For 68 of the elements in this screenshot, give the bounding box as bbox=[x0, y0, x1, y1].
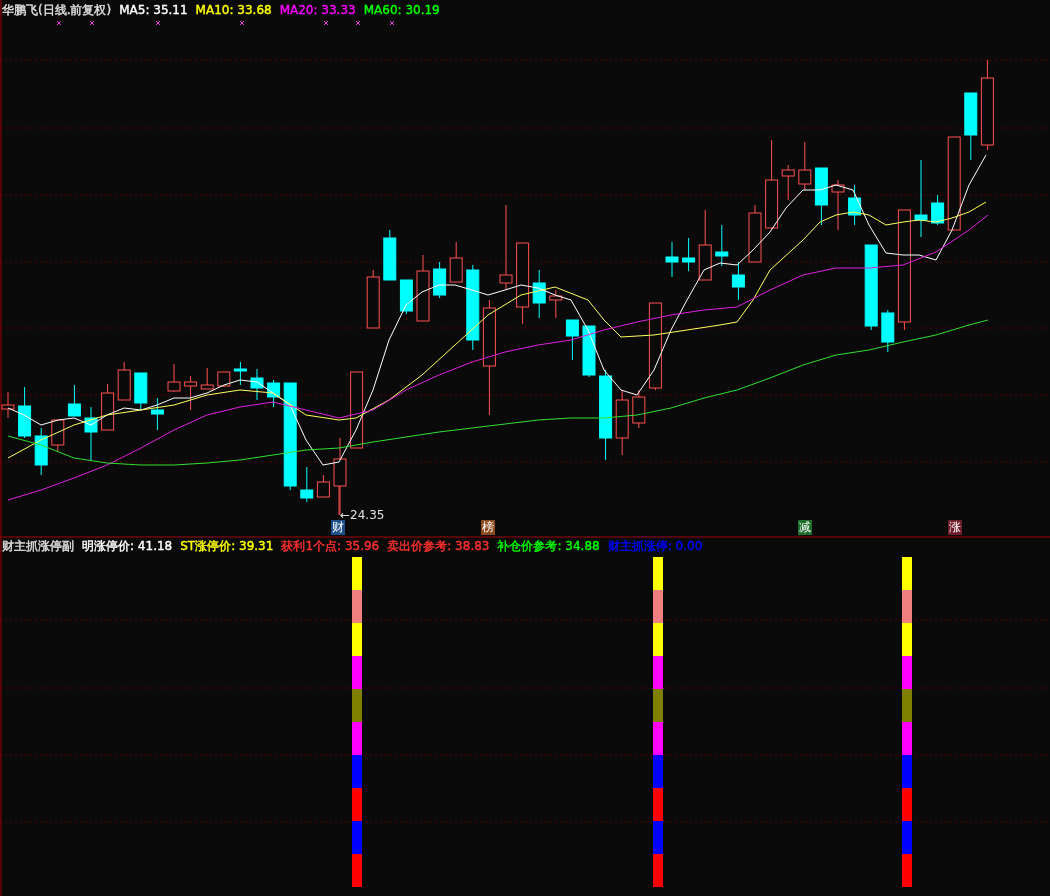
candlestick bbox=[316, 474, 330, 498]
stock-title: 华鹏飞(日线.前复权) bbox=[2, 2, 112, 19]
candlestick bbox=[698, 209, 712, 281]
indicator-title: 财主抓涨停副 bbox=[2, 538, 74, 555]
candlestick bbox=[532, 269, 546, 319]
candlestick bbox=[848, 184, 862, 226]
candlestick bbox=[300, 466, 314, 503]
candlestick bbox=[217, 371, 231, 388]
low-price-label: ←24.35 bbox=[340, 508, 385, 522]
indicator-value: 获利1个点: 35.96 bbox=[281, 538, 380, 555]
indicator-value: 卖出价参考: 38.83 bbox=[387, 538, 490, 555]
candlestick bbox=[798, 141, 812, 191]
indicator-value: 财主抓涨停: 0.00 bbox=[607, 538, 703, 555]
candlestick bbox=[134, 372, 148, 410]
candlestick bbox=[433, 261, 447, 299]
candlestick bbox=[34, 427, 48, 476]
candlestick bbox=[416, 254, 430, 322]
indicator-value: MA60: 30.19 bbox=[363, 2, 440, 19]
candlestick bbox=[184, 375, 198, 411]
candlestick bbox=[582, 325, 596, 378]
candlestick bbox=[549, 289, 563, 319]
signal-label: 涨 bbox=[948, 520, 962, 535]
indicator-value: MA10: 33.68 bbox=[195, 2, 272, 19]
candlestick bbox=[731, 261, 745, 301]
candlestick bbox=[449, 241, 463, 283]
candlestick bbox=[200, 367, 214, 390]
indicator-value: MA20: 33.33 bbox=[279, 2, 356, 19]
candlestick bbox=[101, 383, 115, 431]
candlestick bbox=[781, 164, 795, 201]
candlestick bbox=[399, 279, 413, 315]
candlestick bbox=[964, 92, 978, 161]
candlestick bbox=[715, 224, 729, 267]
candlestick bbox=[881, 309, 895, 353]
candlestick bbox=[84, 406, 98, 461]
candlestick bbox=[565, 319, 579, 361]
indicator-value: 补仓价参考: 34.88 bbox=[497, 538, 600, 555]
cross-mark-icon bbox=[155, 20, 161, 26]
candlestick bbox=[117, 361, 131, 401]
candlestick bbox=[51, 419, 65, 453]
candlestick bbox=[18, 386, 32, 439]
candlestick bbox=[831, 179, 845, 231]
cross-mark-icon bbox=[89, 20, 95, 26]
indicator-value: MA5: 35.11 bbox=[119, 2, 188, 19]
candlestick bbox=[250, 368, 264, 401]
candlestick bbox=[632, 389, 646, 429]
indicator-value: ST涨停价: 39.31 bbox=[180, 538, 274, 555]
signal-label: 榜 bbox=[481, 520, 495, 535]
candlestick bbox=[665, 241, 679, 278]
candlestick bbox=[814, 167, 828, 226]
cross-mark-icon bbox=[239, 20, 245, 26]
candlestick bbox=[67, 384, 81, 417]
candlestick bbox=[150, 397, 164, 431]
cross-mark-icon bbox=[56, 20, 62, 26]
indicator-value: 明涨停价: 41.18 bbox=[82, 538, 173, 555]
cross-mark-icon bbox=[389, 20, 395, 26]
candlestick bbox=[682, 237, 696, 272]
candlestick bbox=[366, 269, 380, 329]
signal-label: 减 bbox=[798, 520, 812, 535]
candlestick bbox=[383, 229, 397, 281]
cross-mark-icon bbox=[323, 20, 329, 26]
signal-label: 财 bbox=[331, 520, 345, 535]
candlestick bbox=[267, 379, 281, 408]
candlestick bbox=[233, 361, 247, 386]
candlestick bbox=[615, 389, 629, 456]
candlestick bbox=[748, 204, 762, 263]
cross-mark-icon bbox=[355, 20, 361, 26]
candlestick bbox=[167, 363, 181, 393]
candlestick bbox=[931, 194, 945, 226]
